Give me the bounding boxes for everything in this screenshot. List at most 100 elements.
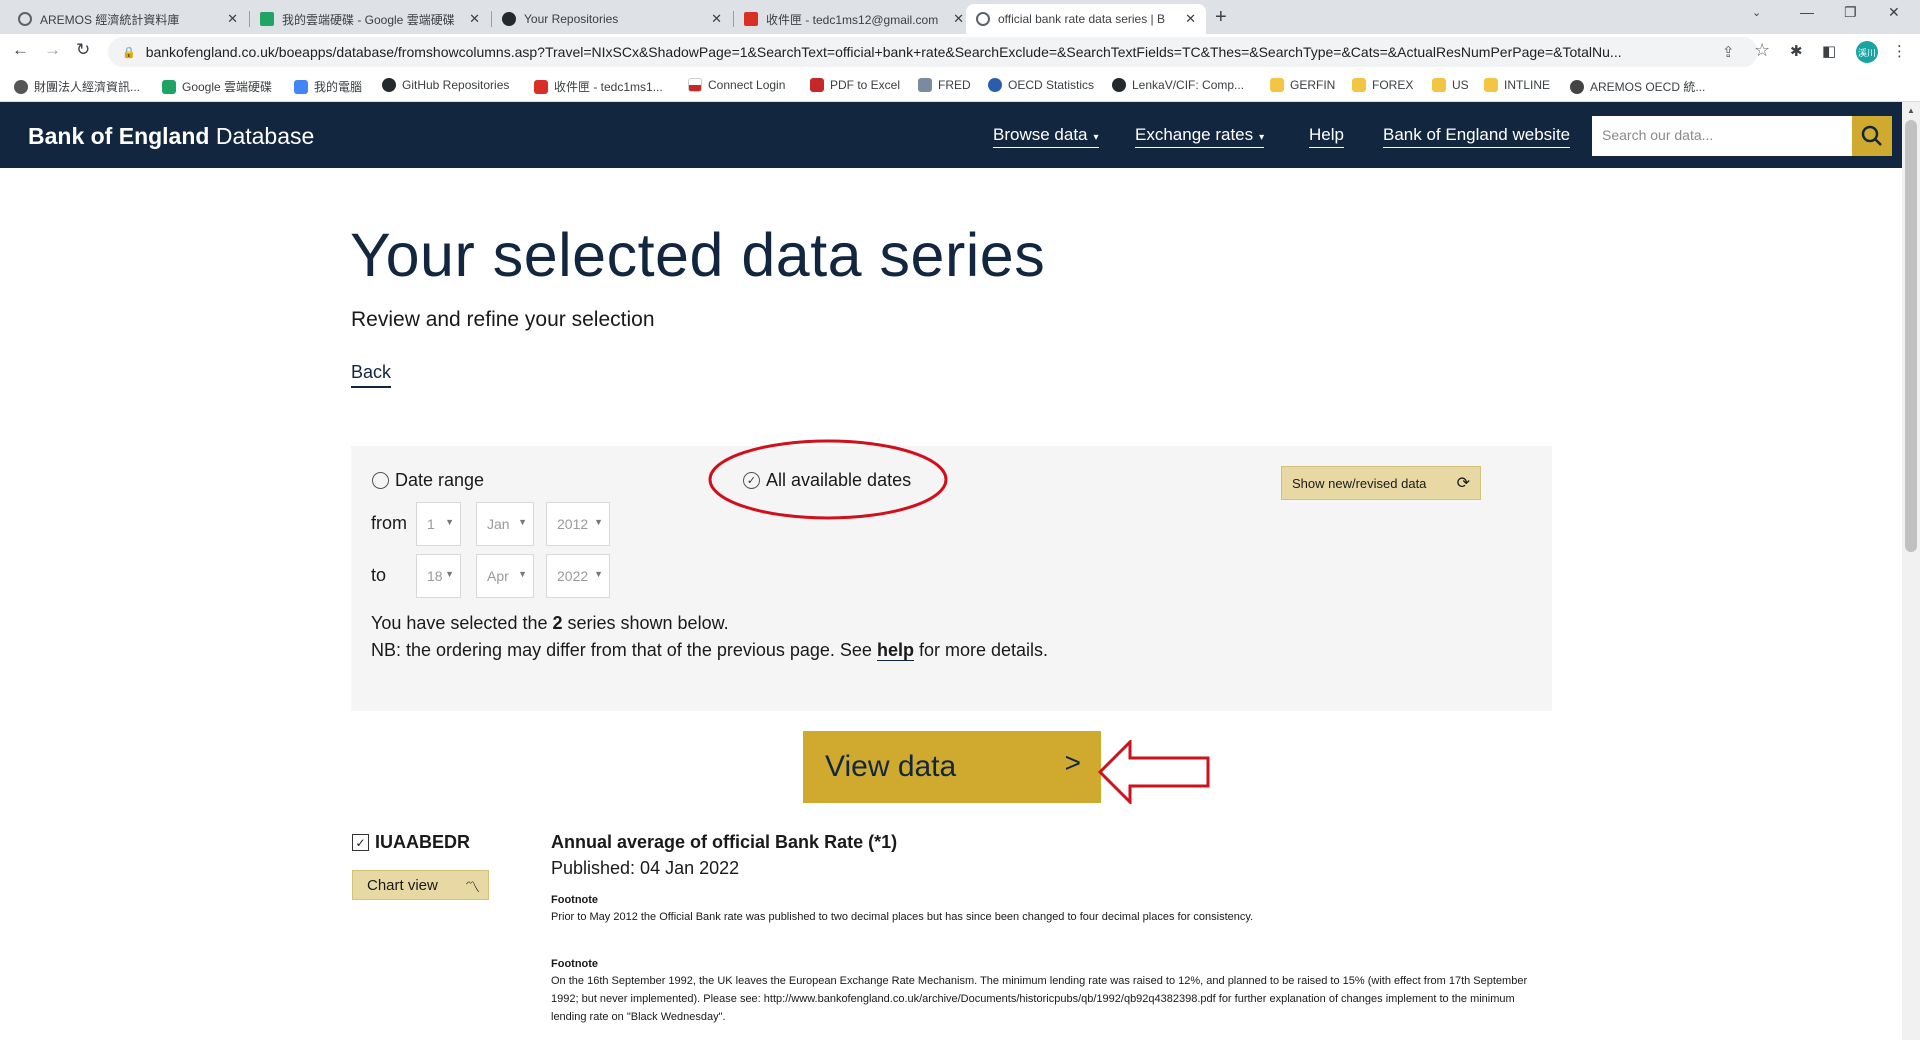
google-drive-icon [162,79,176,94]
bookmark-label: 財團法人經濟資訊... [34,80,141,94]
bookmark-folder[interactable]: US [1432,78,1469,92]
text-fragment: NB: the ordering may differ from that of… [371,640,877,660]
search-button[interactable] [1852,116,1892,156]
window-close-icon[interactable]: ✕ [1888,4,1900,21]
share-icon[interactable]: ⇪ [1722,43,1735,61]
chevron-down-icon: ▼ [594,517,603,527]
scroll-thumb[interactable] [1905,120,1917,552]
lock-icon: 🔒 [122,46,136,59]
browser-tab-bar: AREMOS 經濟統計資料庫 ✕ 我的雲端硬碟 - Google 雲端硬碟 ✕ … [0,0,1920,34]
bookmark-label: US [1452,78,1469,92]
back-arrow-icon[interactable]: ← [12,40,29,60]
bookmark-label: INTLINE [1504,78,1551,92]
bookmark-item[interactable]: PDF to Excel [810,78,900,92]
page-scrollbar[interactable]: ▲ [1902,102,1920,1040]
github-icon [502,12,516,26]
bookmark-label: LenkaV/CIF: Comp... [1132,78,1245,92]
restore-icon[interactable]: ❐ [1844,4,1857,21]
tab-bank-rate-active[interactable]: official bank rate data series | B ✕ [966,4,1206,34]
view-data-button[interactable]: View data > [803,731,1101,803]
close-icon[interactable]: ✕ [711,11,722,27]
side-panel-icon[interactable]: ◧ [1822,42,1836,60]
from-year-select[interactable]: 2012 ▼ [546,502,610,546]
address-bar[interactable]: 🔒 bankofengland.co.uk/boeapps/database/f… [108,37,1758,67]
folder-icon [1432,78,1446,92]
chevron-down-icon: ▾ [1259,132,1265,143]
bookmark-item[interactable]: Connect Login [688,78,785,92]
bookmark-item[interactable]: 收件匣 - tedc1ms1... [534,78,663,95]
series-published-date: Published: 04 Jan 2022 [551,858,740,878]
bookmark-item[interactable]: OECD Statistics [988,78,1094,92]
new-tab-button[interactable]: + [1215,6,1227,29]
chevron-down-icon: ▼ [594,569,603,579]
close-icon[interactable]: ✕ [1185,11,1196,27]
bookmark-star-icon[interactable]: ☆ [1754,40,1770,61]
url-text: bankofengland.co.uk/boeapps/database/fro… [145,44,1622,60]
tab-title: 收件匣 - tedc1ms12@gmail.com [766,12,939,27]
nav-help[interactable]: Help [1309,125,1344,148]
bookmark-item[interactable]: LenkaV/CIF: Comp... [1112,78,1244,92]
oecd-icon [988,78,1002,92]
menu-kebab-icon[interactable]: ⋮ [1892,42,1907,60]
tab-aremos[interactable]: AREMOS 經濟統計資料庫 ✕ [8,4,248,34]
minimize-icon[interactable]: — [1800,4,1814,20]
bookmark-item[interactable]: AREMOS OECD 統... [1570,78,1705,95]
select-value: 1 [427,516,435,532]
tab-github[interactable]: Your Repositories ✕ [492,4,732,34]
brand-suffix: Database [209,123,315,149]
profile-avatar[interactable]: 溪川 [1856,41,1878,63]
help-link[interactable]: help [876,640,914,661]
site-logo[interactable]: Bank of England Database [28,123,314,150]
bookmark-item[interactable]: 財團法人經濟資訊... [14,78,140,95]
tab-search-icon[interactable]: ⌄ [1752,6,1761,19]
footnote-text: Prior to May 2012 the Official Bank rate… [551,911,1254,923]
bookmark-folder[interactable]: INTLINE [1484,78,1550,92]
nav-browse-data[interactable]: Browse data ▾ [993,125,1099,148]
nav-exchange-rates[interactable]: Exchange rates ▾ [1135,125,1265,148]
show-new-revised-button[interactable]: Show new/revised data ⟳ [1281,466,1481,500]
series-title: Annual average of official Bank Rate (*1… [551,832,898,852]
to-day-select[interactable]: 18 ▼ [416,554,461,598]
forward-arrow-icon[interactable]: → [44,40,61,60]
browser-toolbar: ← → ↻ 🔒 bankofengland.co.uk/boeapps/data… [0,34,1920,70]
bookmark-label: 收件匣 - tedc1ms1... [554,80,663,94]
page-subtitle: Review and refine your selection [351,308,655,331]
bookmark-label: OECD Statistics [1008,78,1095,92]
bookmark-item[interactable]: Google 雲端硬碟 [162,78,272,95]
tab-gmail[interactable]: 收件匣 - tedc1ms12@gmail.com ✕ [734,4,974,34]
bookmark-item[interactable]: 我的電腦 [294,78,362,95]
series-checkbox[interactable]: ✓ IUAABEDR [352,832,470,853]
date-range-radio[interactable]: Date range [372,470,484,491]
line-chart-icon: 〽 [464,879,480,896]
site-search-input[interactable]: Search our data... [1592,116,1852,156]
bookmark-item[interactable]: GitHub Repositories [382,78,509,92]
site-header: Bank of England Database Browse data ▾ Ex… [0,102,1902,168]
reload-icon[interactable]: ↻ [76,40,90,60]
to-year-select[interactable]: 2022 ▼ [546,554,610,598]
tab-google-drive[interactable]: 我的雲端硬碟 - Google 雲端硬碟 ✕ [250,4,490,34]
chart-view-button[interactable]: Chart view 〽 [352,870,489,900]
bookmark-folder[interactable]: GERFIN [1270,78,1335,92]
globe-icon [18,12,32,26]
page-title: Your selected data series [350,221,1046,289]
to-label: to [371,565,387,585]
chevron-down-icon: ▼ [445,569,454,579]
to-month-select[interactable]: Apr ▼ [476,554,534,598]
globe-icon [976,12,990,26]
close-icon[interactable]: ✕ [227,11,238,27]
scroll-up-arrow-icon[interactable]: ▲ [1907,106,1915,115]
extensions-icon[interactable]: ✱ [1790,42,1803,60]
close-icon[interactable]: ✕ [953,11,964,27]
from-day-select[interactable]: 1 ▼ [416,502,461,546]
text-fragment: You have selected the [371,613,553,633]
selected-series-text: You have selected the 2 series shown bel… [371,613,729,634]
bookmark-item[interactable]: FRED [918,78,971,92]
refresh-clock-icon: ⟳ [1456,475,1470,492]
from-month-select[interactable]: Jan ▼ [476,502,534,546]
back-link[interactable]: Back [351,362,392,388]
footnote-heading: Footnote [551,894,599,906]
nav-boe-website[interactable]: Bank of England website [1383,125,1571,148]
red-annotation-arrow [1098,740,1210,804]
close-icon[interactable]: ✕ [469,11,480,27]
bookmark-folder[interactable]: FOREX [1352,78,1413,92]
